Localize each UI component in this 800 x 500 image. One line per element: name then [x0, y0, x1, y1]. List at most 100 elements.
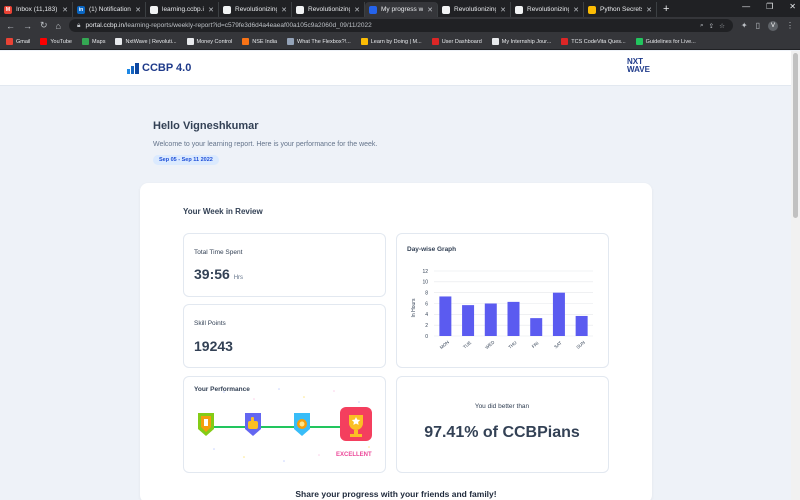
reload-icon[interactable]: ↻ — [40, 20, 48, 31]
tab-close-icon[interactable]: ✕ — [281, 6, 287, 14]
browser-tab[interactable]: Revolutionizing ✕ — [438, 2, 511, 17]
x-tick-label: WED — [484, 339, 496, 350]
chart-bar-wed — [484, 303, 497, 336]
bookmark-label: Learn by Doing | M... — [370, 38, 422, 45]
bookmark-favicon-icon — [360, 38, 368, 45]
bookmark-label: Guidelines for Live... — [645, 38, 696, 45]
daywise-bar-chart: 0 2 4 6 8 10 12 MON TUE WED THU FRI SAT SUN In Hours — [411, 269, 593, 350]
bookmark-item[interactable]: TCS CodeVita Ques... — [561, 38, 626, 45]
bookmark-label: What The Flexbox?!... — [297, 38, 351, 45]
x-tick-label: FRI — [531, 341, 540, 349]
browser-tab[interactable]: Python Secrets ✕ — [584, 2, 657, 17]
tab-close-icon[interactable]: ✕ — [62, 6, 68, 14]
back-icon[interactable]: ← — [6, 21, 15, 31]
bookmark-item[interactable]: Money Control — [186, 38, 232, 45]
nxtwave-logo[interactable]: NXT WAVE — [627, 58, 650, 74]
ccbp-logo[interactable]: CCBP 4.0 — [127, 62, 191, 74]
welcome-text: Welcome to your learning report. Here is… — [153, 141, 378, 148]
bookmark-item[interactable]: My Internship Jour... — [491, 38, 551, 45]
tab-close-icon[interactable]: ✕ — [427, 6, 433, 14]
bookmark-favicon-icon — [82, 38, 89, 45]
share-icon[interactable]: ⇪ — [709, 22, 714, 30]
tab-title: learning.ccbp.in — [162, 6, 205, 13]
page-header: CCBP 4.0 NXT WAVE — [0, 51, 791, 86]
browser-tab-bar: M Inbox (11,183) ✕ in (1) Notification ✕ learn… — [0, 0, 800, 17]
bookmark-favicon-icon — [431, 38, 439, 45]
lock-icon: 🔒︎ — [76, 21, 81, 29]
side-panel-icon[interactable]: ▯ — [756, 21, 760, 30]
minimize-icon[interactable]: — — [742, 2, 750, 11]
bookmark-favicon-icon — [287, 38, 295, 45]
bookmark-item[interactable]: User Dashboard — [431, 38, 482, 45]
share-heading: Share your progress with your friends an… — [295, 489, 497, 499]
bookmark-item[interactable]: YouTube — [40, 38, 72, 45]
bookmark-label: YouTube — [50, 38, 72, 45]
close-window-icon[interactable]: ✕ — [789, 2, 796, 11]
skill-points-value: 19243 — [194, 338, 233, 354]
chart-bar-mon — [439, 296, 452, 336]
time-spent-value: 39:56 Hrs — [194, 266, 243, 282]
x-tick-label: SAT — [553, 340, 563, 349]
bookmark-item[interactable]: NxtWave | Revoluti... — [115, 38, 177, 45]
search-icon[interactable]: ⌕ — [700, 22, 704, 30]
y-tick-label: 8 — [425, 290, 428, 296]
new-tab-button[interactable]: + — [663, 3, 669, 15]
extensions-icon[interactable]: ✦ — [741, 21, 748, 30]
x-tick-label: THU — [507, 340, 517, 350]
tab-close-icon[interactable]: ✕ — [208, 6, 214, 14]
bookmark-item[interactable]: NSE India — [242, 38, 277, 45]
level-3-badge-icon — [294, 413, 310, 436]
tab-close-icon[interactable]: ✕ — [646, 6, 652, 14]
more-menu-icon[interactable]: ⋮ — [786, 21, 794, 30]
chart-bar-sat — [552, 292, 565, 336]
tab-favicon-icon — [515, 5, 523, 14]
percentile-value: 97.41% of CCBPians — [424, 424, 580, 441]
y-tick-label: 10 — [422, 280, 428, 286]
time-spent-label: Total Time Spent — [194, 249, 243, 256]
tab-title: Revolutionizing — [235, 6, 278, 13]
tab-title: (1) Notification — [89, 6, 131, 13]
bookmark-item[interactable]: Learn by Doing | M... — [360, 38, 422, 45]
tab-close-icon[interactable]: ✕ — [354, 6, 360, 14]
browser-tab[interactable]: Revolutionizing ✕ — [292, 2, 365, 17]
chart-bar-sun — [575, 315, 588, 336]
week-review-title: Your Week in Review — [183, 207, 263, 216]
tab-title: Revolutionizing — [308, 6, 351, 13]
skill-points-card — [183, 304, 386, 368]
level-4-badge-icon — [340, 407, 372, 441]
tab-favicon-icon — [223, 5, 231, 14]
bookmark-star-icon[interactable]: ☆ — [719, 22, 725, 30]
bookmark-item[interactable]: Gmail — [6, 38, 30, 45]
forward-icon[interactable]: → — [23, 21, 32, 31]
bookmark-item[interactable]: Maps — [82, 38, 105, 45]
tab-favicon-icon — [588, 5, 596, 14]
performance-title: Your Performance — [194, 386, 250, 393]
browser-tab[interactable]: in (1) Notification ✕ — [73, 2, 146, 17]
url-field[interactable]: 🔒︎ portal.ccbp.in/learning-reports/weekl… — [68, 19, 733, 32]
page-scrollbar[interactable] — [791, 51, 800, 500]
browser-tab[interactable]: Revolutionizing ✕ — [219, 2, 292, 17]
bookmark-item[interactable]: Guidelines for Live... — [635, 38, 696, 45]
scrollbar-thumb[interactable] — [793, 53, 798, 218]
browser-tab[interactable]: Revolutionizing ✕ — [511, 2, 584, 17]
time-spent-unit: Hrs — [233, 275, 244, 281]
maximize-icon[interactable]: ❐ — [766, 2, 773, 11]
bookmark-label: NxtWave | Revoluti... — [125, 38, 177, 45]
tab-close-icon[interactable]: ✕ — [135, 6, 141, 14]
home-icon[interactable]: ⌂ — [56, 21, 61, 31]
tab-close-icon[interactable]: ✕ — [500, 6, 506, 14]
level-1-badge-icon — [198, 413, 214, 436]
x-tick-label: SUN — [575, 340, 586, 350]
tab-close-icon[interactable]: ✕ — [573, 6, 579, 14]
browser-tab[interactable]: M Inbox (11,183) ✕ — [0, 2, 73, 17]
profile-avatar[interactable]: V — [768, 20, 778, 31]
browser-tab[interactable]: My progress w ✕ — [365, 2, 438, 17]
tab-title: Python Secrets — [600, 6, 643, 13]
browser-tab[interactable]: learning.ccbp.in ✕ — [146, 2, 219, 17]
chart-bar-tue — [462, 305, 475, 336]
ccbp-logo-icon — [127, 62, 139, 74]
bookmark-label: TCS CodeVita Ques... — [571, 38, 626, 45]
bookmark-item[interactable]: What The Flexbox?!... — [287, 38, 351, 45]
y-tick-label: 12 — [422, 269, 428, 275]
bookmark-favicon-icon — [40, 38, 48, 45]
